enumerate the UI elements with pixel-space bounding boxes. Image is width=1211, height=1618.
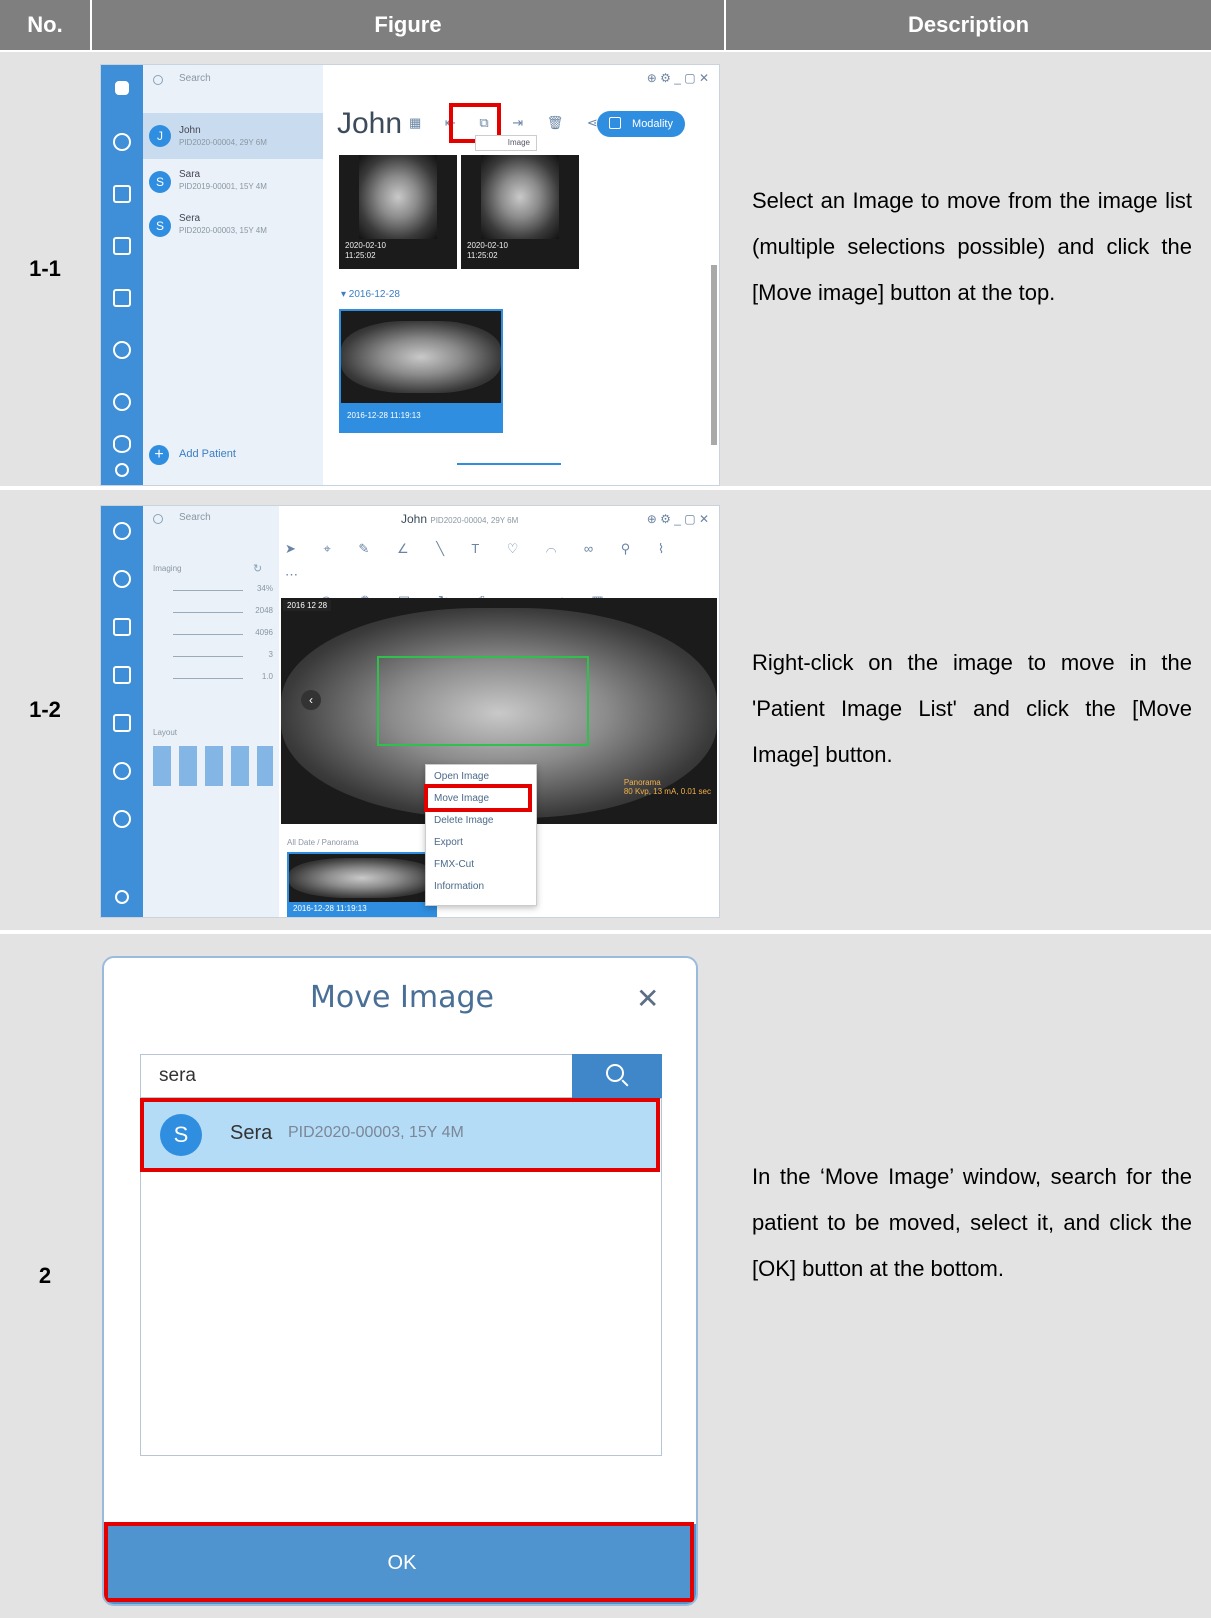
row-no-1-1: 1-1 [29,256,61,281]
app-sidebar [101,65,143,485]
settings-icon[interactable] [115,890,129,904]
patient-title: John [337,107,403,140]
context-menu-item[interactable]: Export [434,837,463,848]
patient-info: PID2020-00004, 29Y 6M [179,138,267,147]
filter-dropdown[interactable]: All Date / Panorama [287,838,359,847]
dialog-search-button[interactable] [572,1054,662,1098]
patient-info: PID2019-00001, 15Y 4M [179,182,267,191]
context-menu-item[interactable]: Information [434,881,484,892]
panorama-thumbnail-label: 2016-12-28 11:19:13 [347,411,421,420]
window-controls[interactable]: ⊕ ⚙ _ ▢ ✕ [647,71,709,85]
patient-icon[interactable] [113,522,131,540]
panorama-info: Panorama 80 Kvp, 13 mA, 0.01 sec [623,778,711,796]
camera-icon[interactable] [113,570,131,588]
context-menu-item[interactable]: Open Image [434,771,489,782]
camera-icon[interactable] [113,133,131,151]
cube-icon[interactable] [113,762,131,780]
dialog-title: Move Image [310,980,494,1015]
zoom-slider[interactable] [457,463,561,465]
figure-1-1: Search J John PID2020-00004, 29Y 6M S Sa… [100,64,720,486]
document-icon[interactable] [113,666,131,684]
add-patient-label: Add Patient [179,448,236,460]
document-icon[interactable] [113,237,131,255]
imaging-label: Imaging [153,564,182,573]
dch-icon[interactable] [113,714,131,732]
search-icon-handle [621,1079,629,1087]
window-controls[interactable]: ⊕ ⚙ _ ▢ ✕ [647,512,709,526]
viewer-title: John PID2020-00004, 29Y 6M [401,512,519,526]
clock-icon[interactable] [113,810,131,828]
header-description: Description [726,0,1211,50]
thumbnail-date: 2020-02-10 11:25:02 [345,241,386,260]
row-desc-1-1: Select an Image to move from the image l… [752,188,1192,305]
toolbar: ▦ ⇤ ⧉ ⇥ 🗑 ⋖ [409,115,608,130]
patient-list-item[interactable]: S Sara PID2019-00001, 15Y 4M [143,163,323,203]
patient-info: PID2020-00003, 15Y 4M [179,226,267,235]
header-figure: Figure [92,0,724,50]
add-patient-button[interactable]: + Add Patient [149,443,319,469]
avatar: S [149,171,171,193]
search-icon [153,514,163,524]
search-icon [153,75,163,85]
result-highlight [140,1098,660,1172]
thumbnail-date: 2020-02-10 11:25:02 [467,241,508,260]
control-panel: Search Imaging ↻ 34% 2048 4096 3 1.0 Lay… [143,506,279,917]
roi-box [377,656,589,746]
date-tag[interactable]: 2016 12 28 [283,600,332,611]
image-icon[interactable] [113,618,131,636]
patient-icon[interactable] [115,81,129,95]
thumbnail-label: 2016-12-28 11:19:13 [293,904,367,913]
panorama-thumbnail[interactable]: 2016-12-28 11:19:13 [339,309,503,433]
thumbnail-2[interactable]: 2020-02-10 11:25:02 [461,155,579,269]
layout-label: Layout [153,728,178,737]
scrollbar[interactable] [711,265,717,445]
row-desc-1-2: Right-click on the image to move in the … [752,650,1192,767]
patient-search-input[interactable]: Search [179,73,211,84]
row-desc-2: In the ‘Move Image’ window, search for t… [752,1164,1192,1281]
avatar: S [149,215,171,237]
plus-icon: + [149,445,169,465]
move-image-dialog: Move Image ✕ sera S Sera PID2020-00003, … [102,956,698,1606]
eye-icon[interactable] [113,435,131,453]
search-input[interactable]: Search [179,512,211,523]
avatar: J [149,125,171,147]
figure-1-2: Search Imaging ↻ 34% 2048 4096 3 1.0 Lay… [100,505,720,918]
viewer-toolbar[interactable]: ➤ ⌖ ✎ ∠ ╲ T ♡ ⌒ ∞ ⚲ ⌇ ⋯◐ ◎ ✺ ▣ ↻ ⎙ ⇥ ⋖ ▦ [285,536,715,608]
dch-icon[interactable] [113,289,131,307]
app-sidebar [101,506,143,917]
patient-name: John [179,125,201,136]
cube-icon[interactable] [113,341,131,359]
reset-icon[interactable]: ↻ [253,562,262,575]
context-menu-item[interactable]: Delete Image [434,815,493,826]
patient-list-item[interactable]: S Sera PID2020-00003, 15Y 4M [143,207,323,247]
dialog-search-input[interactable]: sera [140,1054,574,1098]
settings-icon[interactable] [115,463,129,477]
row-no-1-2: 1-2 [29,697,61,722]
patient-name: Sera [179,213,201,224]
move-image-highlight [424,784,532,812]
patient-name: Sara [179,169,201,180]
close-icon[interactable]: ✕ [636,982,659,1015]
calendar-icon [609,117,621,129]
clock-icon[interactable] [113,393,131,411]
header-no: No. [0,0,90,50]
image-icon[interactable] [113,185,131,203]
layout-grid[interactable] [153,746,273,786]
context-menu-item[interactable]: FMX-Cut [434,859,474,870]
move-image-tooltip: Image [475,135,537,151]
patient-list-panel: Search J John PID2020-00004, 29Y 6M S Sa… [143,65,323,485]
image-thumbnail[interactable]: 2016-12-28 11:19:13 [287,852,437,917]
group-date-label[interactable]: ▾ 2016-12-28 [341,289,400,300]
thumbnail-1[interactable]: 2020-02-10 11:25:02 [339,155,457,269]
ok-highlight [104,1522,694,1602]
row-no-2: 2 [38,1263,52,1288]
prev-image-button[interactable]: ‹ [301,690,321,710]
patient-list-item[interactable]: J John PID2020-00004, 29Y 6M [143,113,323,159]
